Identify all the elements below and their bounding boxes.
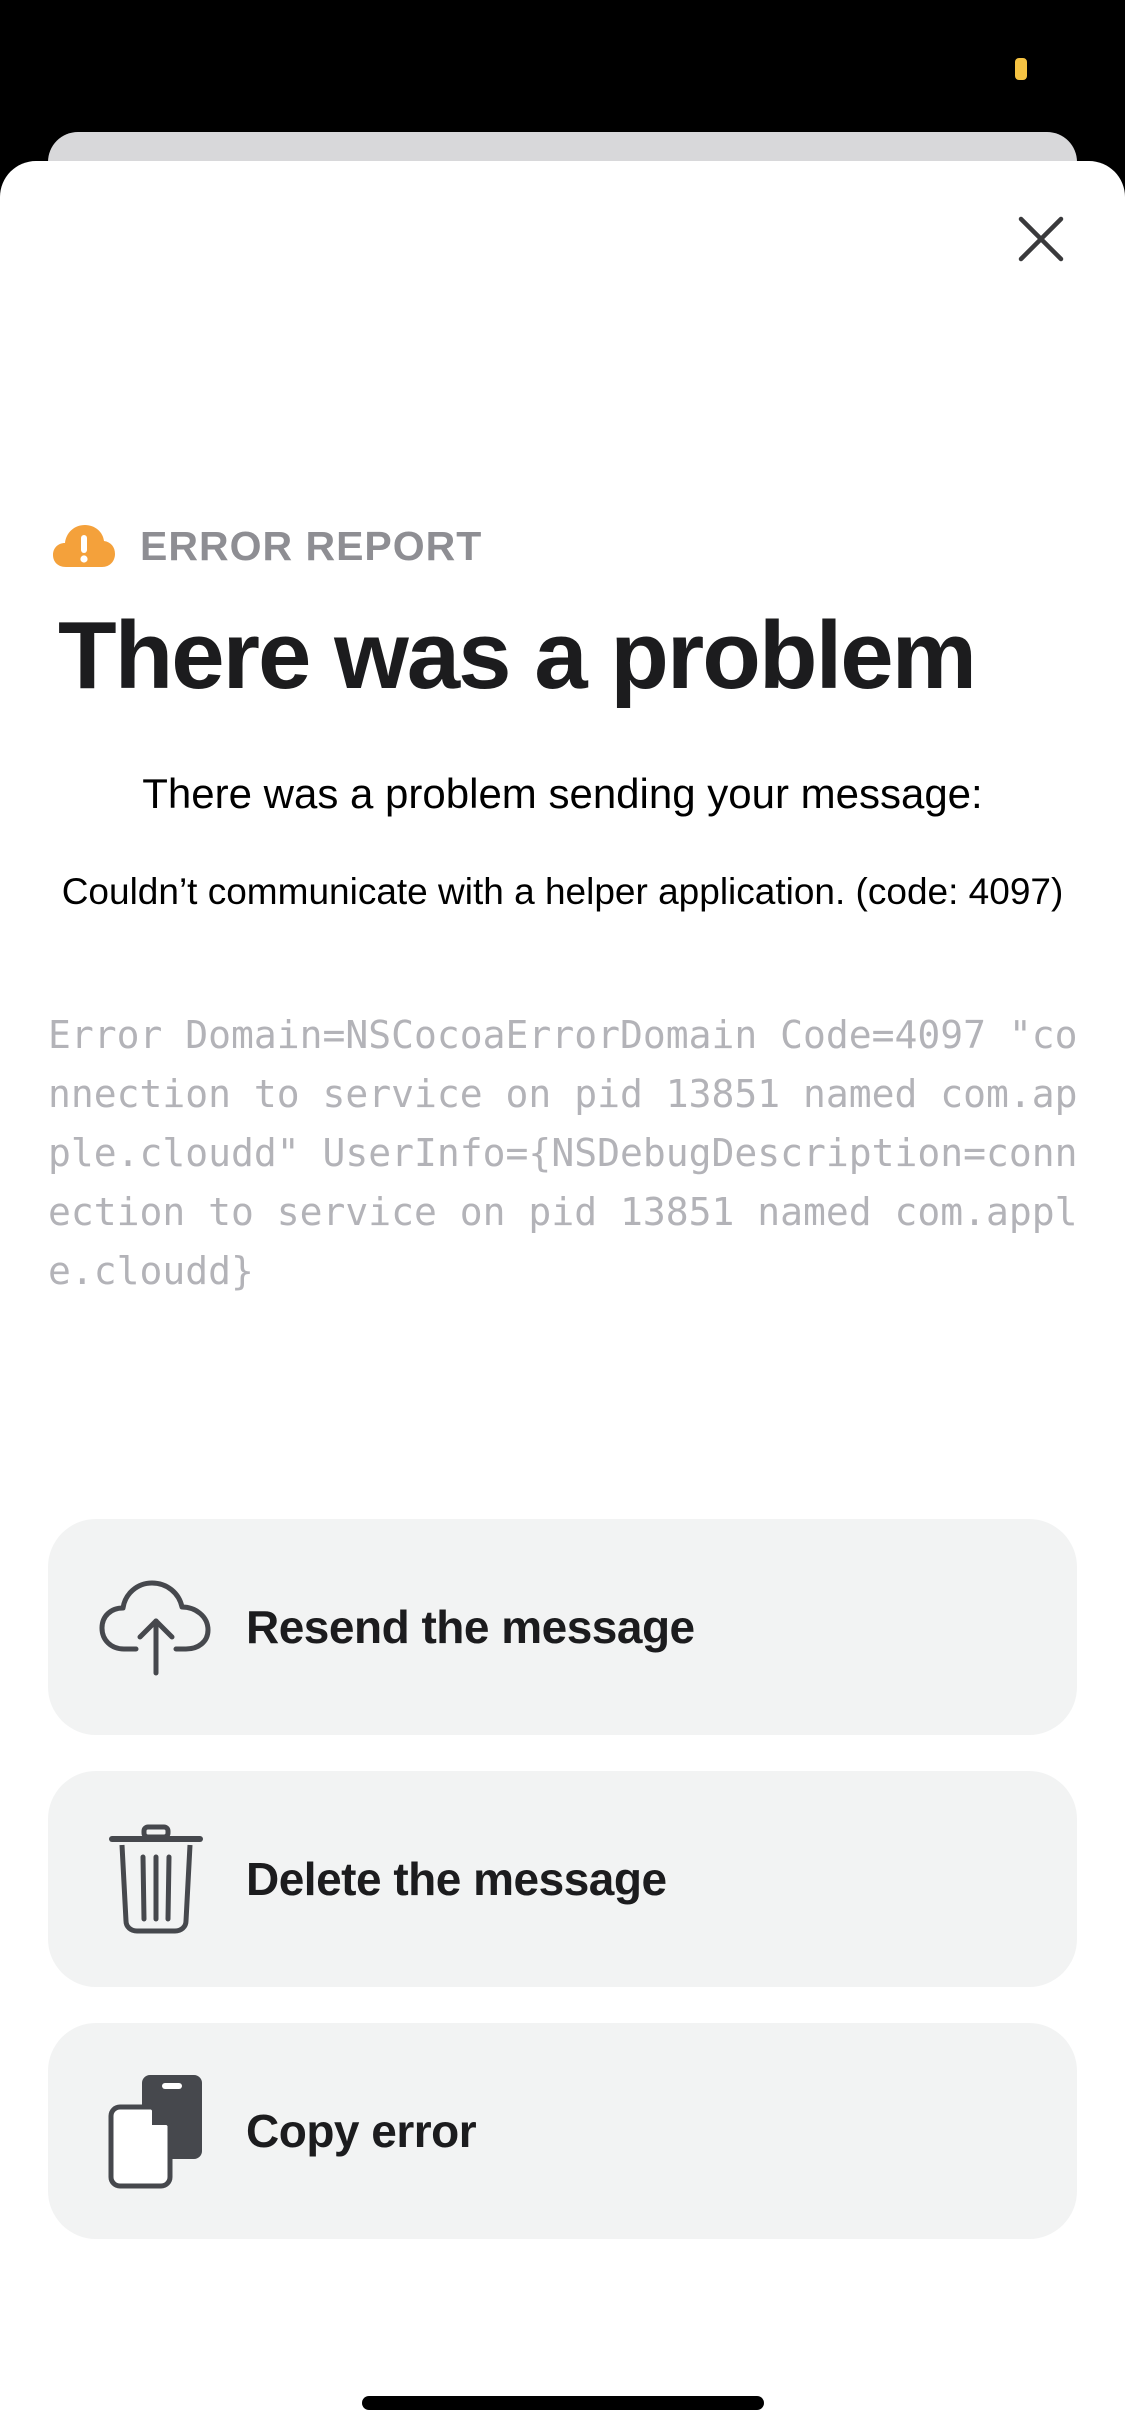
close-icon <box>1018 216 1064 262</box>
copy-icon <box>96 2071 216 2191</box>
page-title: There was a problem <box>58 602 977 709</box>
home-indicator[interactable] <box>362 2396 764 2410</box>
delete-label: Delete the message <box>246 1853 667 1905</box>
error-message: There was a problem sending your message… <box>142 770 983 817</box>
cloud-warning-icon <box>52 521 116 571</box>
eyebrow: ERROR REPORT <box>52 520 482 572</box>
eyebrow-label: ERROR REPORT <box>140 522 483 569</box>
delete-message-button[interactable]: Delete the message <box>48 1771 1077 1987</box>
resend-message-button[interactable]: Resend the message <box>48 1519 1077 1735</box>
resend-label: Resend the message <box>246 1601 695 1653</box>
copy-label: Copy error <box>246 2105 477 2157</box>
debug-description: Error Domain=NSCocoaErrorDomain Code=409… <box>48 1013 1078 1293</box>
copy-error-button[interactable]: Copy error <box>48 2023 1077 2239</box>
trash-icon <box>96 1819 216 1939</box>
close-button[interactable] <box>1010 208 1072 270</box>
status-indicator <box>1015 58 1027 80</box>
error-detail: Couldn’t communicate with a helper appli… <box>61 871 1064 912</box>
cloud-upload-icon <box>96 1567 216 1687</box>
